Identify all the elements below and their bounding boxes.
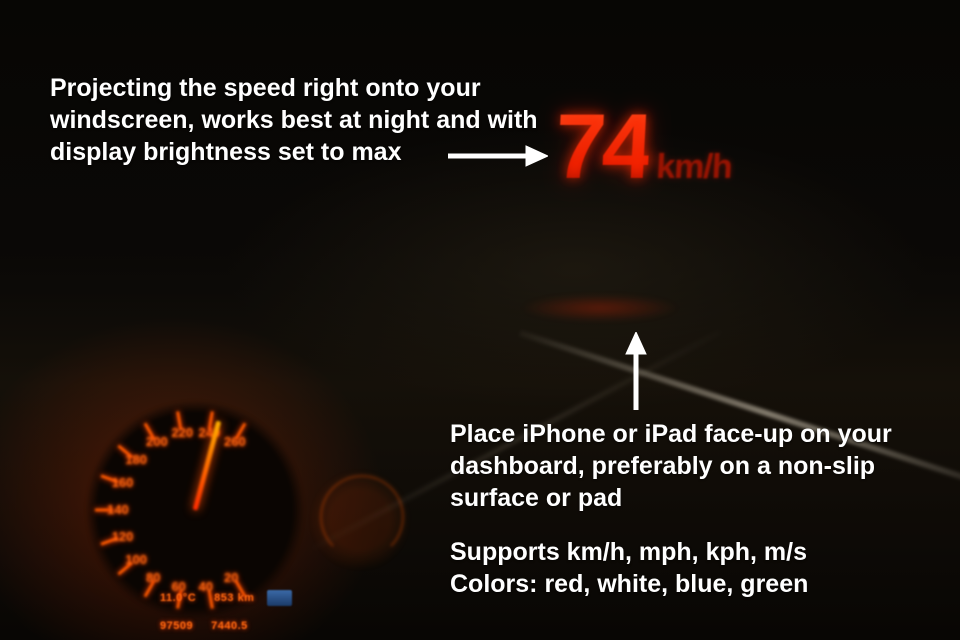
cluster-odo: 97509 (155, 618, 198, 634)
dashboard-reflection (520, 294, 680, 322)
caption-bottom-line2: Supports km/h, mph, kph, m/s (450, 536, 930, 568)
cluster-temp: 11.0°C (155, 590, 201, 606)
gauge-number: 120 (112, 529, 134, 544)
cluster-odo2: 7440.5 (206, 618, 253, 634)
gauge-number: 220 (171, 425, 193, 440)
caption-bottom-line1: Place iPhone or iPad face-up on your das… (450, 418, 930, 514)
gauge-number: 200 (146, 434, 168, 449)
cluster-mode (267, 590, 291, 606)
gauge-number: 140 (107, 502, 129, 517)
caption-bottom-line3: Colors: red, white, blue, green (450, 568, 930, 600)
gauge-number: 160 (112, 475, 134, 490)
cluster-trip: 853 km (209, 590, 259, 606)
arrow-up-icon (624, 332, 648, 410)
gauge-number: 80 (146, 570, 160, 585)
dashboard-odometer: 97509 7440.5 (155, 618, 253, 634)
hud-speed-readout: 74 km/h (553, 106, 735, 189)
gauge-number: 260 (224, 434, 246, 449)
gauge-number: 100 (125, 552, 147, 567)
caption-bottom: Place iPhone or iPad face-up on your das… (450, 418, 930, 600)
gauge-number: 180 (125, 452, 147, 467)
arrow-right-icon (448, 144, 548, 168)
dashboard-info-cluster: 11.0°C 853 km (155, 590, 292, 606)
hud-speed-unit: km/h (655, 148, 732, 187)
tachometer-gauge (300, 460, 420, 580)
gauge-number: 20 (224, 570, 238, 585)
